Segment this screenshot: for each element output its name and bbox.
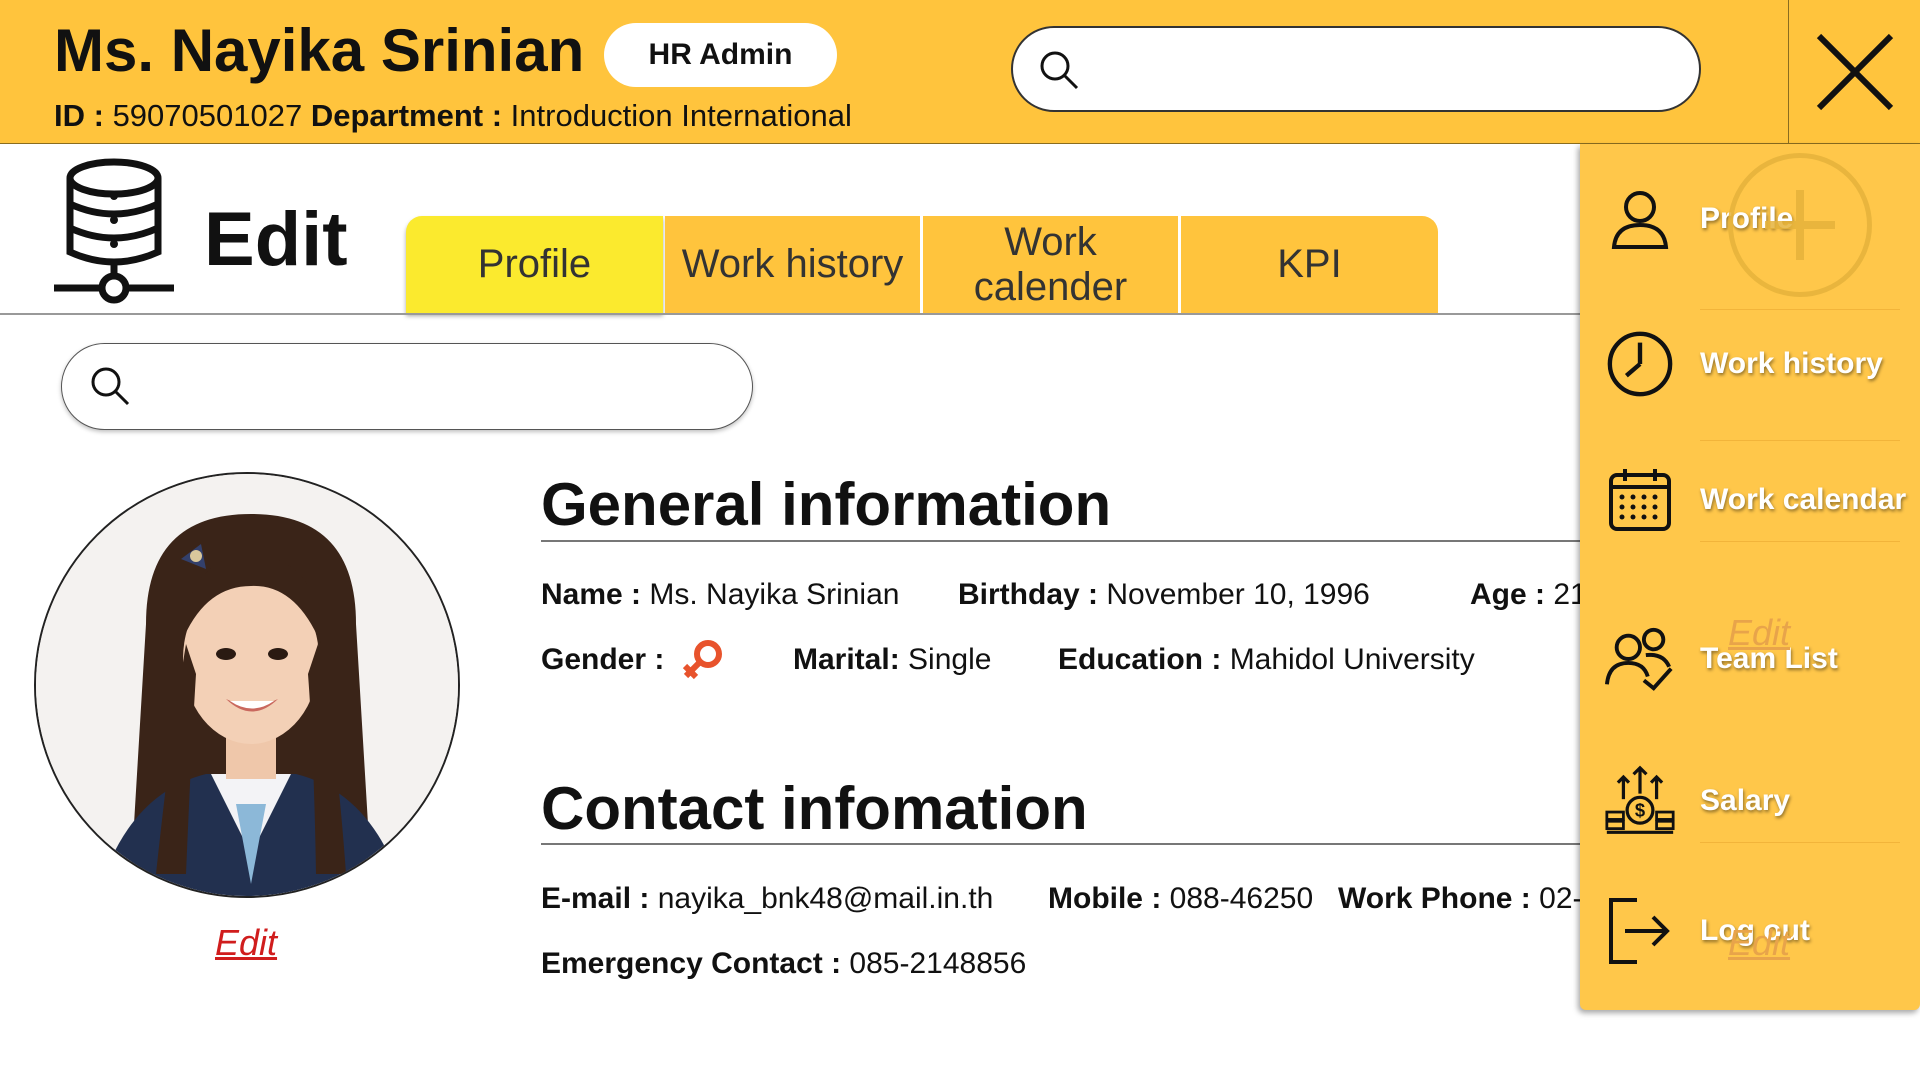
birthday-value: November 10, 1996: [1106, 578, 1370, 611]
header-search-input[interactable]: [1011, 26, 1701, 112]
mobile-field: Mobile : 088-46250: [1048, 882, 1313, 916]
menu-item-label: Work calendar: [1700, 483, 1907, 516]
user-icon: [1605, 184, 1675, 254]
menu-item-salary[interactable]: $ Salary: [1580, 746, 1920, 856]
menu-divider: [1700, 440, 1900, 441]
department-value: Introduction International: [510, 98, 852, 133]
search-icon: [1040, 51, 1079, 90]
contact-info-divider: [541, 843, 1581, 845]
svg-text:$: $: [1635, 800, 1645, 821]
close-button[interactable]: [1788, 0, 1920, 144]
email-label: E-mail :: [541, 882, 650, 915]
menu-item-label: Work history: [1700, 347, 1883, 380]
menu-item-label: Salary: [1700, 784, 1791, 817]
avatar-edit-link[interactable]: Edit: [215, 922, 277, 964]
age-field: Age : 21: [1470, 578, 1587, 612]
id-department-line: ID : 59070501027 Department : Introducti…: [54, 98, 852, 134]
clock-icon: [1605, 329, 1675, 399]
age-label: Age :: [1470, 578, 1545, 611]
menu-divider: [1700, 541, 1900, 542]
database-icon: [52, 156, 176, 309]
marital-value: Single: [908, 643, 992, 676]
name-value: Ms. Nayika Srinian: [649, 578, 900, 611]
team-icon: [1605, 624, 1675, 694]
tab-kpi[interactable]: KPI: [1181, 216, 1438, 313]
female-symbol-icon: [682, 636, 726, 685]
mobile-label: Mobile :: [1048, 882, 1162, 915]
calendar-icon: [1605, 465, 1675, 535]
menu-divider: [1700, 842, 1900, 843]
gender-field: Gender :: [541, 643, 664, 677]
user-name: Ms. Nayika Srinian: [54, 17, 585, 84]
education-value: Mahidol University: [1229, 643, 1475, 676]
marital-label: Marital:: [793, 643, 900, 676]
search-icon: [91, 367, 130, 406]
page-title: Edit: [204, 197, 348, 282]
logout-icon: [1605, 896, 1675, 966]
education-field: Education : Mahidol University: [1058, 643, 1475, 677]
emergency-contact-field: Emergency Contact : 085-2148856: [541, 947, 1026, 981]
id-value: 59070501027: [112, 98, 303, 133]
app-header: Ms. Nayika Srinian HR Admin ID : 5907050…: [0, 0, 1920, 144]
general-info-title: General information: [541, 471, 1112, 538]
general-info-edit-link[interactable]: Edit: [1728, 612, 1790, 654]
marital-field: Marital: Single: [793, 643, 991, 677]
tab-profile[interactable]: Profile: [406, 216, 663, 313]
emergency-value: 085-2148856: [849, 947, 1027, 980]
tab-work-history[interactable]: Work history: [665, 216, 920, 313]
id-label: ID :: [54, 98, 104, 133]
main-search-input[interactable]: [61, 343, 753, 430]
title-divider: [0, 313, 1580, 315]
birthday-field: Birthday : November 10, 1996: [958, 578, 1370, 612]
birthday-label: Birthday :: [958, 578, 1099, 611]
close-icon: [1816, 33, 1893, 111]
add-icon[interactable]: [1728, 153, 1872, 297]
department-label: Department :: [310, 98, 503, 133]
emergency-label: Emergency Contact :: [541, 947, 842, 980]
contact-info-title: Contact infomation: [541, 775, 1088, 842]
menu-item-work-calendar[interactable]: Work calendar: [1580, 445, 1920, 555]
salary-icon: $: [1605, 765, 1675, 836]
tab-work-calender[interactable]: Work calender: [923, 216, 1178, 313]
education-label: Education :: [1058, 643, 1222, 676]
email-field: E-mail : nayika_bnk48@mail.in.th: [541, 882, 993, 916]
general-info-divider: [541, 540, 1581, 542]
profile-photo: [34, 472, 460, 898]
gender-label: Gender :: [541, 643, 665, 676]
menu-item-work-history[interactable]: Work history: [1580, 309, 1920, 419]
work-phone-label: Work Phone :: [1338, 882, 1531, 915]
email-value: nayika_bnk48@mail.in.th: [657, 882, 994, 915]
name-field: Name : Ms. Nayika Srinian: [541, 578, 899, 612]
role-badge: HR Admin: [604, 23, 837, 87]
contact-info-edit-link[interactable]: Edit: [1728, 922, 1790, 964]
name-label: Name :: [541, 578, 642, 611]
mobile-value: 088-46250: [1169, 882, 1314, 915]
